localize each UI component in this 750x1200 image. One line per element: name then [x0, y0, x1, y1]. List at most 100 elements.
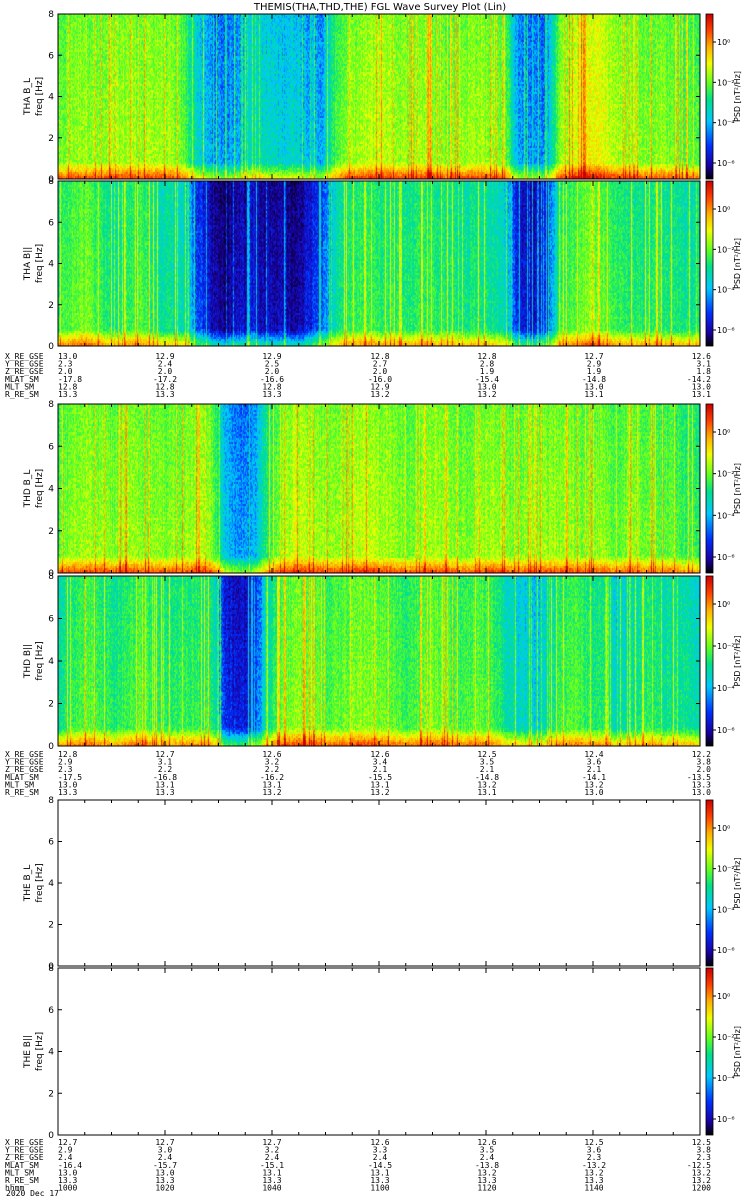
orbit-value: 13.2 [477, 390, 496, 399]
spectrogram-panel: 02468THD B_L freq [Hz]10⁰10⁻²10⁻⁴10⁻⁶PSD … [23, 400, 742, 579]
colorbar-tick-label: 10⁻⁴ [717, 684, 735, 693]
colorbar-tick-label: 10⁻² [717, 1033, 735, 1042]
orbit-value: 13.3 [58, 390, 77, 399]
y-tick-label: 6 [48, 1006, 54, 1016]
spectrogram-image [58, 576, 700, 746]
orbit-value: 13.1 [584, 390, 603, 399]
colorbar-label: PSD [nT²/Hz] [733, 71, 742, 122]
y-tick-label: 2 [48, 700, 54, 710]
colorbar-tick-label: 10⁻² [717, 78, 735, 87]
orbit-table: X_RE_GSEY_RE_GSEZ_RE_GSEMLAT_SMMLT_SMR_R… [5, 1138, 711, 1193]
colorbar-tick-label: 10⁻⁴ [717, 286, 735, 295]
orbit-value: 1100 [370, 1184, 389, 1193]
y-tick-label: 4 [48, 657, 54, 667]
colorbar-tick-label: 10⁰ [717, 992, 730, 1001]
colorbar-tick-label: 10⁰ [717, 600, 730, 609]
colorbar-tick-label: 10⁻⁴ [717, 905, 735, 914]
orbit-value: 13.1 [477, 788, 496, 797]
y-tick-label: 2 [48, 921, 54, 931]
colorbar-tick-label: 10⁻⁶ [717, 946, 735, 955]
colorbar-tick-label: 10⁻⁴ [717, 511, 735, 520]
colorbar-tick-label: 10⁻⁶ [717, 1115, 735, 1124]
spectrogram-panel: 0 2 4 6 8 THD B|| freq [Hz] 10⁰ 10⁻² 10⁻⁴ 10⁻⁶ PSD … [23, 572, 742, 752]
y-tick-label: 4 [48, 260, 54, 270]
spectrogram-panel: 0 2 4 6 8 THA B|| freq [Hz] 10⁰ 10⁻² 10⁻⁴ 10⁻⁶ PSD … [23, 177, 742, 352]
y-tick-label: 4 [48, 1048, 54, 1058]
y-tick-label: 6 [48, 218, 54, 228]
panel-ylabel: THA B|| [23, 247, 33, 282]
colorbar-tick-label: 10⁻² [717, 642, 735, 651]
panel-ylabel: THD B_L [23, 470, 33, 509]
y-tick-label: 0 [48, 742, 54, 752]
orbit-value: 1200 [692, 1184, 711, 1193]
y-tick-label: 8 [48, 177, 54, 187]
orbit-value: 13.2 [370, 390, 389, 399]
y-tick-label: 2 [48, 527, 54, 537]
panel-freq-label: freq [Hz] [35, 469, 45, 508]
y-tick-label: 8 [48, 400, 54, 410]
panel-ylabel: THE B_L [23, 865, 33, 903]
panel-frame [57, 799, 701, 967]
y-tick-label: 8 [48, 964, 54, 974]
panel-ylabel: THD B|| [23, 644, 33, 679]
orbit-value: 13.3 [155, 390, 174, 399]
spectrogram-panel: 0 2 4 6 8 THE B|| freq [Hz] 10⁰ 10⁻² 10⁻⁴ 10⁻⁶ PSD … [23, 964, 742, 1141]
orbit-table: X_RE_GSEY_RE_GSEZ_RE_GSEMLAT_SMMLT_SMR_R… [5, 750, 711, 797]
panel-ylabel: THE B|| [23, 1035, 33, 1069]
y-tick-label: 8 [48, 10, 54, 20]
colorbar-label: PSD [nT²/Hz] [733, 238, 742, 289]
orbit-value: 13.3 [262, 390, 281, 399]
y-tick-label: 2 [48, 1089, 54, 1099]
wave-survey-figure: THEMIS(THA,THD,THE) FGL Wave Survey Plot… [5, 2, 742, 1198]
colorbar-tick-label: 10⁻⁶ [717, 726, 735, 735]
y-tick-label: 0 [48, 342, 54, 352]
spectrogram-image [58, 14, 700, 179]
panel-freq-label: freq [Hz] [35, 641, 45, 680]
orbit-row-label: R_RE_SM [5, 788, 39, 797]
panel-freq-label: freq [Hz] [35, 863, 45, 902]
colorbar-tick-label: 10⁻⁴ [717, 1074, 735, 1083]
colorbar-tick-label: 10⁰ [717, 38, 730, 47]
colorbar-tick-label: 10⁰ [717, 428, 730, 437]
panel-frame [57, 967, 701, 1136]
orbit-table: X_RE_GSEY_RE_GSEZ_RE_GSEMLAT_SMMLT_SMR_R… [5, 352, 711, 399]
colorbar-tick-label: 10⁰ [717, 205, 730, 214]
colorbar-tick-label: 10⁻⁶ [717, 326, 735, 335]
colorbar [705, 575, 714, 747]
orbit-value: 1040 [262, 1184, 281, 1193]
panel-freq-label: freq [Hz] [35, 244, 45, 283]
colorbar-tick-label: 10⁰ [717, 824, 730, 833]
colorbar-label: PSD [nT²/Hz] [733, 1026, 742, 1077]
spectrogram-image [58, 181, 700, 346]
y-tick-label: 6 [48, 442, 54, 452]
colorbar-label: PSD [nT²/Hz] [733, 463, 742, 514]
y-tick-label: 0 [48, 1131, 54, 1141]
panel-ylabel: THA B_L [23, 78, 33, 116]
colorbar [705, 967, 714, 1136]
colorbar [705, 180, 714, 347]
y-tick-label: 6 [48, 51, 54, 61]
y-tick-label: 6 [48, 615, 54, 625]
colorbar-label: PSD [nT²/Hz] [733, 636, 742, 687]
date-label: 2020 Dec 17 [6, 1189, 59, 1198]
y-tick-label: 6 [48, 838, 54, 848]
orbit-value: 1120 [477, 1184, 496, 1193]
orbit-value: 13.0 [584, 788, 603, 797]
orbit-value: 1000 [58, 1184, 77, 1193]
colorbar [705, 13, 714, 180]
spectrogram-canvas [58, 14, 700, 179]
orbit-value: 13.2 [262, 788, 281, 797]
orbit-value: 13.3 [58, 788, 77, 797]
orbit-value: 1020 [155, 1184, 174, 1193]
orbit-value: 13.2 [370, 788, 389, 797]
colorbar-tick-label: 10⁻⁶ [717, 553, 735, 562]
orbit-value: 13.1 [692, 390, 711, 399]
orbit-row-label: R_RE_SM [5, 390, 39, 399]
panels-layer: 0 2 4 6 8 THA B_Lfreq [Hz] 10⁰ 10⁻² 10⁻⁴ 10⁻⁶ PSD … [23, 10, 742, 1141]
y-tick-label: 4 [48, 485, 54, 495]
y-tick-label: 4 [48, 93, 54, 103]
y-tick-label: 2 [48, 301, 54, 311]
y-tick-label: 8 [48, 572, 54, 582]
spectrogram-canvas [58, 404, 700, 573]
colorbar-tick-label: 10⁻² [717, 245, 735, 254]
